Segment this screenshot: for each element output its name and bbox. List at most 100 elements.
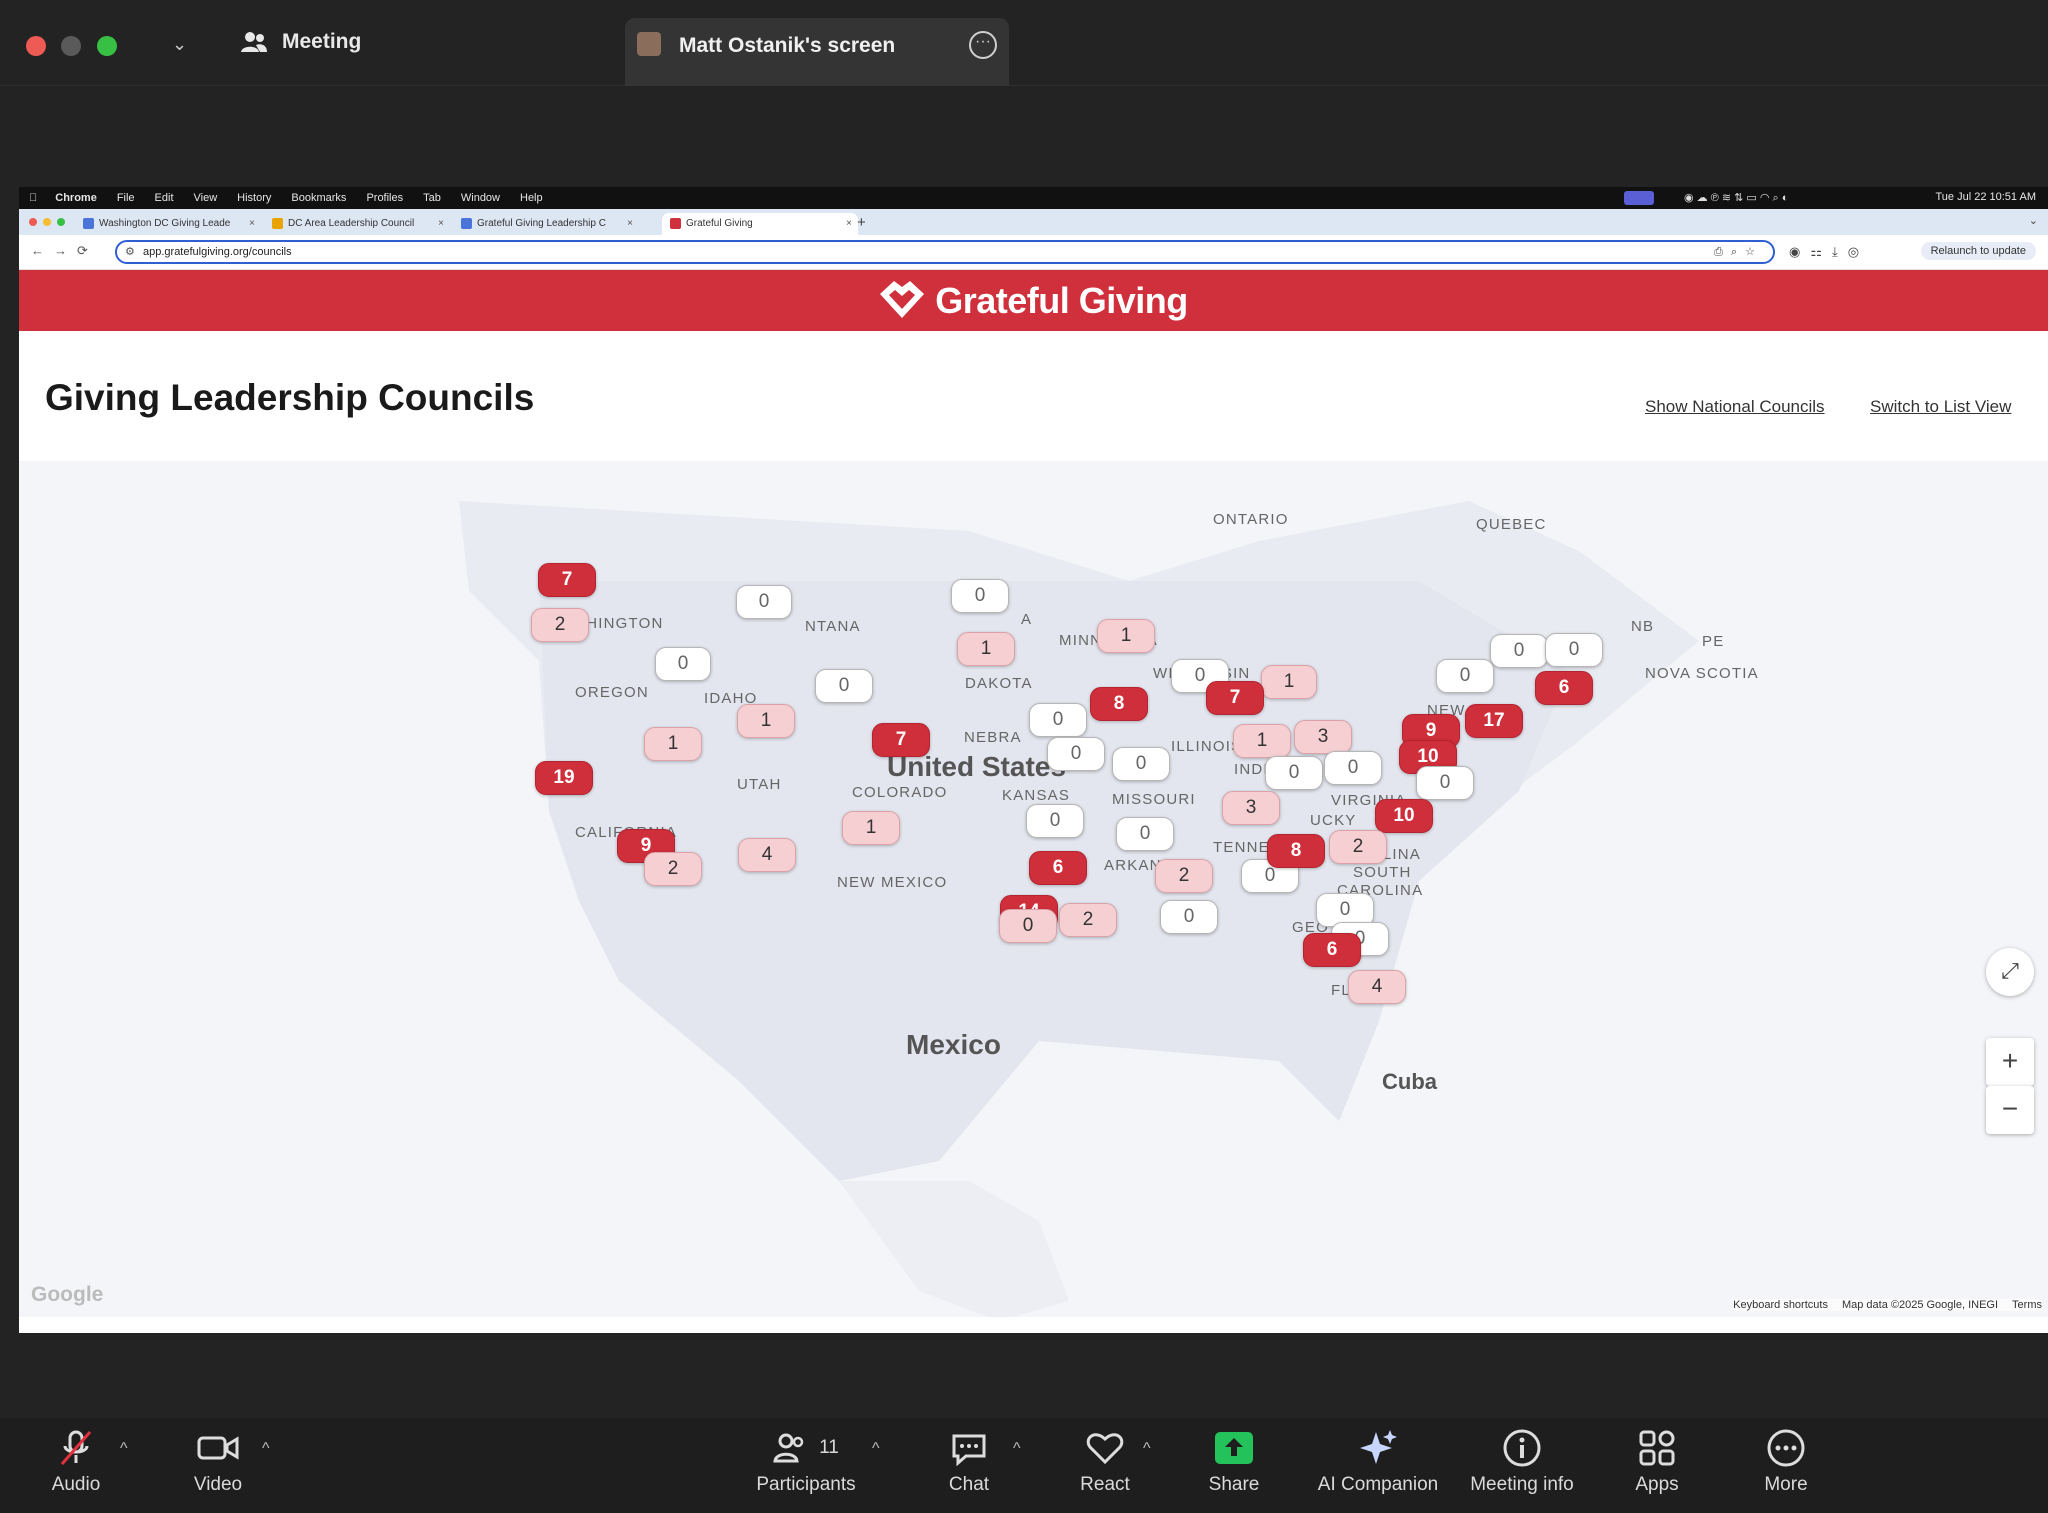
menu-file[interactable]: File — [117, 192, 135, 204]
menu-edit[interactable]: Edit — [155, 192, 174, 204]
chevron-up-icon[interactable]: ^ — [872, 1440, 880, 1458]
browser-tab-active[interactable]: Grateful Giving × — [662, 213, 858, 235]
council-pin[interactable]: 1 — [1261, 665, 1317, 699]
ai-companion-button[interactable]: AI Companion — [1308, 1426, 1448, 1496]
address-bar[interactable]: ⚙ app.gratefulgiving.org/councils ⎙⌕☆ — [115, 240, 1775, 264]
react-button[interactable]: React — [1040, 1426, 1170, 1496]
show-national-councils-link[interactable]: Show National Councils — [1645, 397, 1825, 417]
minimize-window-button[interactable] — [61, 36, 81, 56]
council-pin[interactable]: 1 — [1097, 619, 1155, 653]
council-pin[interactable]: 2 — [1155, 859, 1213, 893]
close-icon[interactable]: × — [249, 213, 255, 235]
chrome-maximize-dot[interactable] — [57, 218, 65, 226]
close-window-button[interactable] — [26, 36, 46, 56]
menu-bookmarks[interactable]: Bookmarks — [291, 192, 346, 204]
menu-help[interactable]: Help — [520, 192, 543, 204]
council-pin[interactable]: 4 — [1348, 970, 1406, 1004]
council-pin[interactable]: 0 — [1416, 766, 1474, 800]
councils-map[interactable]: ONTARIO QUEBEC WASHINGTON NTANA A MINNES… — [19, 461, 2048, 1317]
council-pin[interactable]: 17 — [1465, 704, 1523, 738]
browser-tab[interactable]: Washington DC Giving Leade × — [75, 213, 261, 235]
council-pin[interactable]: 4 — [738, 838, 796, 872]
council-pin[interactable]: 19 — [535, 761, 593, 795]
council-pin[interactable]: 0 — [655, 647, 711, 681]
council-pin[interactable]: 8 — [1090, 687, 1148, 721]
council-pin[interactable]: 2 — [531, 608, 589, 642]
council-pin[interactable]: 0 — [1324, 751, 1382, 785]
menu-chrome[interactable]: Chrome — [55, 192, 97, 204]
council-pin[interactable]: 2 — [644, 852, 702, 886]
switch-to-list-view-link[interactable]: Switch to List View — [1870, 397, 2011, 417]
council-pin[interactable]: 6 — [1535, 671, 1593, 705]
meeting-menu[interactable]: Meeting — [240, 30, 361, 54]
council-pin[interactable]: 0 — [951, 579, 1009, 613]
fullscreen-icon[interactable]: ⤢ — [1986, 948, 2034, 996]
meeting-info-button[interactable]: Meeting info — [1457, 1426, 1587, 1496]
council-pin[interactable]: 1 — [1233, 724, 1291, 758]
council-pin[interactable]: 0 — [1436, 659, 1494, 693]
menu-view[interactable]: View — [194, 192, 218, 204]
council-pin[interactable]: 2 — [1329, 830, 1387, 864]
council-pin[interactable]: 0 — [815, 669, 873, 703]
chevron-up-icon[interactable]: ^ — [262, 1440, 270, 1458]
share-button[interactable]: Share — [1169, 1426, 1299, 1496]
menu-profiles[interactable]: Profiles — [366, 192, 403, 204]
browser-tab[interactable]: Grateful Giving Leadership C × — [453, 213, 639, 235]
zoom-in-button[interactable]: + — [1986, 1038, 2034, 1086]
maximize-window-button[interactable] — [97, 36, 117, 56]
participants-button[interactable]: 11 Participants — [741, 1426, 871, 1496]
relaunch-button[interactable]: Relaunch to update — [1920, 242, 2036, 260]
omnibox-action-icons[interactable]: ⎙⌕☆ — [1714, 242, 1763, 262]
browser-tab[interactable]: DC Area Leadership Council × — [264, 213, 450, 235]
close-icon[interactable]: × — [846, 213, 852, 235]
more-button[interactable]: More — [1721, 1426, 1851, 1496]
council-pin[interactable]: 0 — [1029, 703, 1087, 737]
chevron-up-icon[interactable]: ^ — [1013, 1440, 1021, 1458]
chevron-up-icon[interactable]: ^ — [1143, 1440, 1151, 1458]
council-pin[interactable]: 3 — [1222, 791, 1280, 825]
new-tab-icon[interactable]: + — [857, 214, 866, 231]
site-info-icon[interactable]: ⚙ — [125, 242, 135, 262]
council-pin[interactable]: 0 — [1545, 633, 1603, 667]
council-pin[interactable]: 7 — [538, 563, 596, 597]
screen-share-status-icon[interactable] — [1624, 191, 1654, 205]
site-logo-text[interactable]: Grateful Giving — [935, 280, 1188, 322]
apple-icon[interactable]:  — [29, 192, 37, 204]
council-pin[interactable]: 0 — [1265, 756, 1323, 790]
chevron-up-icon[interactable]: ^ — [120, 1440, 128, 1458]
chrome-minimize-dot[interactable] — [43, 218, 51, 226]
zoom-out-button[interactable]: − — [1986, 1086, 2034, 1134]
more-options-icon[interactable]: ··· — [969, 31, 997, 59]
council-pin[interactable]: 0 — [1160, 900, 1218, 934]
close-icon[interactable]: × — [627, 213, 633, 235]
nav-buttons[interactable]: ←→⟳ — [31, 243, 98, 259]
close-icon[interactable]: × — [438, 213, 444, 235]
tab-search-icon[interactable]: ⌄ — [2029, 214, 2038, 227]
council-pin[interactable]: 0 — [999, 909, 1057, 943]
chat-button[interactable]: Chat — [904, 1426, 1034, 1496]
terms-link[interactable]: Terms — [2012, 1299, 2042, 1311]
council-pin[interactable]: 0 — [1026, 804, 1084, 838]
council-pin[interactable]: 1 — [737, 704, 795, 738]
council-pin[interactable]: 0 — [736, 585, 792, 619]
menu-window[interactable]: Window — [461, 192, 500, 204]
apps-button[interactable]: Apps — [1592, 1426, 1722, 1496]
council-pin[interactable]: 6 — [1029, 851, 1087, 885]
video-button[interactable]: Video — [153, 1426, 283, 1496]
council-pin[interactable]: 7 — [872, 723, 930, 757]
extension-icons[interactable]: ◉⚏⤓◎ — [1789, 244, 1869, 260]
audio-button[interactable]: Audio — [11, 1426, 141, 1496]
council-pin[interactable]: 10 — [1375, 799, 1433, 833]
council-pin[interactable]: 0 — [1112, 747, 1170, 781]
council-pin[interactable]: 7 — [1206, 681, 1264, 715]
council-pin[interactable]: 3 — [1294, 720, 1352, 754]
menu-history[interactable]: History — [237, 192, 271, 204]
council-pin[interactable]: 8 — [1267, 834, 1325, 868]
council-pin[interactable]: 1 — [842, 811, 900, 845]
council-pin[interactable]: 0 — [1116, 817, 1174, 851]
chevron-down-icon[interactable]: ⌄ — [172, 34, 187, 55]
menu-tab[interactable]: Tab — [423, 192, 441, 204]
keyboard-shortcuts-link[interactable]: Keyboard shortcuts — [1733, 1299, 1828, 1311]
council-pin[interactable]: 1 — [957, 632, 1015, 666]
council-pin[interactable]: 2 — [1059, 903, 1117, 937]
